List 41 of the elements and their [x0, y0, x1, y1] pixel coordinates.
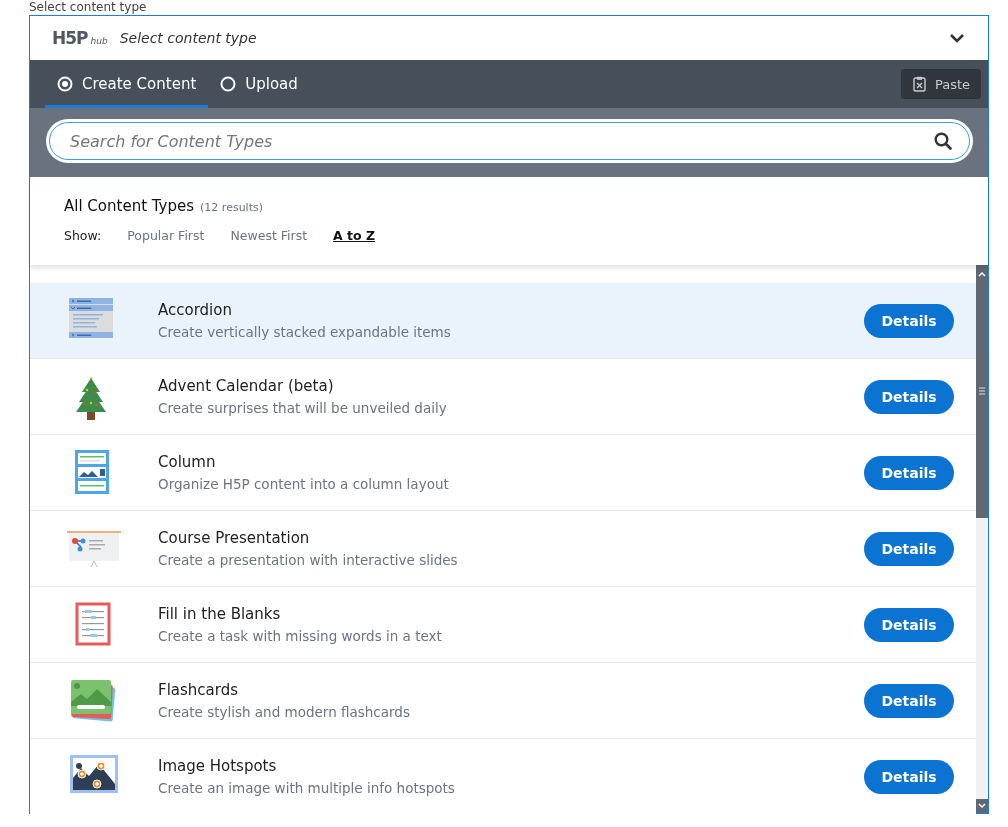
radio-unchecked-icon: [220, 76, 237, 92]
panel-title: Select content type: [119, 30, 258, 46]
field-label: Select content type: [29, 0, 148, 15]
details-button[interactable]: Details: [864, 607, 954, 642]
details-button[interactable]: Details: [864, 683, 954, 718]
content-type-title: Flashcards: [158, 681, 239, 699]
content-type-row[interactable]: Accordion Create vertically stacked expandable items Details: [30, 283, 976, 359]
content-type-description: Create an image with multiple info hotspots: [158, 780, 456, 796]
details-button[interactable]: Details: [864, 455, 954, 490]
content-type-description: Create a task with missing words in a text: [158, 628, 443, 644]
grip-icon: [976, 385, 988, 397]
search-icon: [934, 132, 952, 150]
results-heading: All Content Types: [64, 197, 195, 215]
sort-option-link[interactable]: A to Z: [333, 228, 376, 243]
radio-checked-icon: [57, 76, 73, 92]
search-field[interactable]: Search for Content Types: [49, 122, 970, 160]
tab[interactable]: Upload: [208, 60, 310, 108]
details-button[interactable]: Details: [864, 303, 954, 338]
sort-option-link[interactable]: Popular First: [127, 228, 205, 243]
details-button[interactable]: Details: [864, 379, 954, 414]
sort-label: Show:: [64, 228, 102, 243]
paste-button[interactable]: Paste: [900, 69, 981, 99]
details-button[interactable]: Details: [864, 531, 954, 566]
content-type-description: Create a presentation with interactive slides: [158, 552, 459, 568]
content-type-title: Column: [158, 453, 217, 471]
content-type-description: Create vertically stacked expandable items: [158, 324, 452, 340]
content-type-description: Organize H5P content into a column layout: [158, 476, 450, 492]
content-type-title: Image Hotspots: [158, 757, 278, 775]
clipboard-icon: [911, 76, 927, 92]
content-type-description: Create stylish and modern flashcards: [158, 704, 411, 720]
details-button[interactable]: Details: [864, 759, 954, 794]
results-count: (12 results): [200, 201, 263, 214]
content-type-title: Advent Calendar (beta): [158, 377, 335, 395]
hub-logo-subtitle: hub: [90, 36, 108, 46]
content-type-description: Create surprises that will be unveiled daily: [158, 400, 448, 416]
sort-option-link[interactable]: Newest First: [230, 228, 308, 243]
content-type-title: Course Presentation: [158, 529, 311, 547]
scrollbar[interactable]: [976, 265, 988, 813]
hub-logo: H5P: [52, 28, 88, 48]
content-type-title: Fill in the Blanks: [158, 605, 282, 623]
content-type-title: Accordion: [158, 301, 233, 319]
